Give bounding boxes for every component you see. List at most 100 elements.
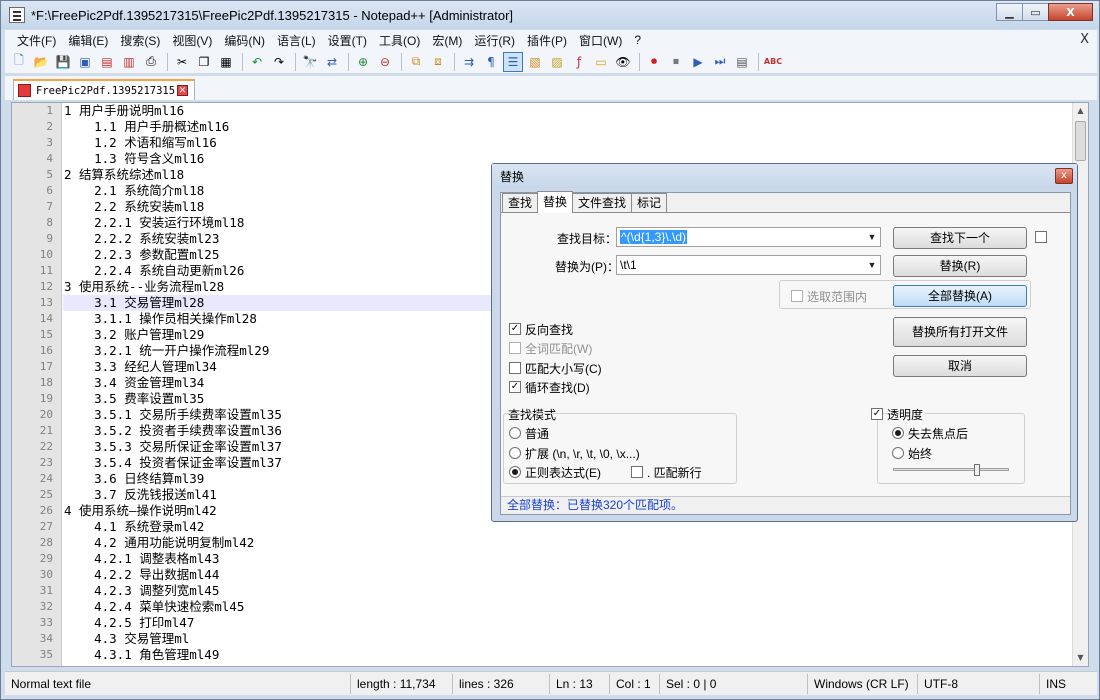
close-all-icon[interactable]: ▥ bbox=[119, 52, 139, 72]
status-eol[interactable]: Windows (CR LF) bbox=[808, 673, 918, 694]
record-macro-icon[interactable]: ⏺ bbox=[644, 52, 664, 72]
close-file-icon[interactable]: ▤ bbox=[97, 52, 117, 72]
tab-find[interactable]: 查找 bbox=[502, 193, 539, 213]
minimize-button[interactable]: ▁ bbox=[996, 3, 1023, 21]
find-next-extra-checkbox[interactable] bbox=[1035, 231, 1047, 243]
doc-map-icon[interactable]: ▨ bbox=[547, 52, 567, 72]
menu-tools[interactable]: 工具(O) bbox=[373, 32, 426, 49]
play-multiple-icon[interactable]: ⏭ bbox=[710, 52, 730, 72]
code-line[interactable]: 1.1 用户手册概述ml16 bbox=[63, 119, 1072, 135]
code-line[interactable]: 4.3.1 角色管理ml49 bbox=[63, 647, 1072, 663]
close-button[interactable]: X bbox=[1048, 3, 1093, 21]
code-line[interactable]: 4.2 通用功能说明复制ml42 bbox=[63, 535, 1072, 551]
menu-language[interactable]: 语言(L) bbox=[271, 32, 322, 49]
tab-freepic2pdf[interactable]: FreePic2Pdf.1395217315 ✕ bbox=[13, 79, 196, 100]
tab-close-icon[interactable]: ✕ bbox=[177, 85, 189, 96]
show-all-chars-icon[interactable]: ¶ bbox=[481, 52, 501, 72]
word-wrap-icon[interactable]: ⇉ bbox=[459, 52, 479, 72]
mode-extended-radio[interactable] bbox=[509, 447, 521, 459]
whole-word-checkbox[interactable] bbox=[509, 342, 521, 354]
menu-view[interactable]: 视图(V) bbox=[166, 32, 218, 49]
stop-macro-icon[interactable]: ⏹ bbox=[666, 52, 686, 72]
paste-icon[interactable]: ▦ bbox=[216, 52, 236, 72]
always-radio[interactable] bbox=[892, 447, 904, 459]
monitoring-icon[interactable]: 👁 bbox=[613, 52, 633, 72]
transparency-slider-thumb[interactable] bbox=[974, 464, 980, 476]
line-number: 2 bbox=[46, 120, 53, 133]
chevron-down-icon[interactable]: ▼ bbox=[866, 256, 878, 274]
on-lose-focus-radio[interactable] bbox=[892, 427, 904, 439]
scroll-up-icon[interactable]: ▲ bbox=[1073, 103, 1088, 119]
save-macro-icon[interactable]: ▤ bbox=[732, 52, 752, 72]
code-line[interactable]: 4.2.4 菜单快速检索ml45 bbox=[63, 599, 1072, 615]
menu-plugins[interactable]: 插件(P) bbox=[521, 32, 573, 49]
menu-help[interactable]: ? bbox=[628, 33, 647, 47]
undo-icon[interactable]: ↶ bbox=[247, 52, 267, 72]
menu-settings[interactable]: 设置(T) bbox=[322, 32, 373, 49]
dot-matches-newline-checkbox[interactable] bbox=[631, 466, 643, 478]
code-line[interactable]: 4.2.3 调整列宽ml45 bbox=[63, 583, 1072, 599]
mode-normal-radio[interactable] bbox=[509, 427, 521, 439]
close-icon: X bbox=[1066, 5, 1075, 19]
code-line[interactable]: 1 用户手册说明ml16 bbox=[63, 103, 1072, 119]
line-number: 15 bbox=[39, 328, 53, 341]
menu-macro[interactable]: 宏(M) bbox=[426, 32, 468, 49]
spell-check-icon[interactable]: ABC bbox=[763, 52, 783, 72]
sync-horizontal-icon[interactable]: ⧈ bbox=[428, 52, 448, 72]
match-case-checkbox[interactable] bbox=[509, 362, 521, 374]
zoom-in-icon[interactable]: ⊕ bbox=[353, 52, 373, 72]
function-list-icon[interactable]: ƒ bbox=[569, 52, 589, 72]
replace-icon[interactable]: ⇄ bbox=[322, 52, 342, 72]
replace-with-input[interactable]: \t\1 ▼ bbox=[616, 255, 881, 275]
find-next-button[interactable]: 查找下一个 bbox=[893, 227, 1027, 249]
tab-replace[interactable]: 替换 bbox=[537, 191, 574, 213]
menu-encoding[interactable]: 编码(N) bbox=[218, 32, 271, 49]
code-line[interactable]: 4.2.2 导出数据ml44 bbox=[63, 567, 1072, 583]
new-file-icon[interactable]: 🗋 bbox=[9, 52, 29, 72]
zoom-out-icon[interactable]: ⊖ bbox=[375, 52, 395, 72]
menu-run[interactable]: 运行(R) bbox=[468, 32, 521, 49]
redo-icon[interactable]: ↷ bbox=[269, 52, 289, 72]
code-line[interactable]: 4.2.1 调整表格ml43 bbox=[63, 551, 1072, 567]
dialog-close-button[interactable]: x bbox=[1055, 168, 1073, 184]
folder-workspace-icon[interactable]: ▭ bbox=[591, 52, 611, 72]
replace-button[interactable]: 替换(R) bbox=[893, 255, 1027, 277]
copy-icon[interactable]: ❐ bbox=[194, 52, 214, 72]
menu-edit[interactable]: 编辑(E) bbox=[62, 32, 114, 49]
in-selection-checkbox[interactable] bbox=[791, 290, 803, 302]
cancel-button[interactable]: 取消 bbox=[893, 355, 1027, 377]
code-line[interactable]: 4.2.5 打印ml47 bbox=[63, 615, 1072, 631]
wrap-around-checkbox[interactable]: ✓ bbox=[509, 381, 521, 393]
maximize-button[interactable]: ▭ bbox=[1022, 3, 1049, 21]
mode-regex-radio[interactable] bbox=[509, 466, 521, 478]
print-icon[interactable]: ⎙ bbox=[141, 52, 161, 72]
find-icon[interactable]: 🔭 bbox=[300, 52, 320, 72]
always-label: 始终 bbox=[908, 447, 933, 461]
indent-guide-icon[interactable]: ☰ bbox=[503, 51, 523, 72]
user-lang-icon[interactable]: ▧ bbox=[525, 52, 545, 72]
chevron-down-icon[interactable]: ▼ bbox=[866, 228, 878, 246]
cut-icon[interactable]: ✂ bbox=[172, 52, 192, 72]
backward-checkbox[interactable]: ✓ bbox=[509, 323, 521, 335]
close-document-icon[interactable]: X bbox=[1080, 32, 1089, 47]
tab-mark[interactable]: 标记 bbox=[631, 193, 668, 213]
code-line[interactable]: 1.2 术语和缩写ml16 bbox=[63, 135, 1072, 151]
open-folder-icon[interactable]: 📂 bbox=[31, 52, 51, 72]
tab-find-in-files[interactable]: 文件查找 bbox=[572, 193, 633, 213]
play-macro-icon[interactable]: ▶ bbox=[688, 52, 708, 72]
menu-search[interactable]: 搜索(S) bbox=[114, 32, 166, 49]
scroll-down-icon[interactable]: ▼ bbox=[1073, 650, 1088, 666]
menu-window[interactable]: 窗口(W) bbox=[573, 32, 628, 49]
transparency-slider-track[interactable] bbox=[893, 468, 1009, 471]
replace-all-open-docs-button[interactable]: 替换所有打开文件 bbox=[893, 317, 1027, 347]
replace-all-button[interactable]: 全部替换(A) bbox=[893, 285, 1027, 307]
status-encoding[interactable]: UTF-8 bbox=[918, 673, 1040, 694]
scroll-thumb[interactable] bbox=[1075, 121, 1086, 161]
find-what-input[interactable]: ^(\d{1,3}\.\d) ▼ bbox=[616, 227, 881, 247]
sync-vertical-icon[interactable]: ⧉ bbox=[406, 52, 426, 72]
save-icon[interactable]: 💾 bbox=[53, 52, 73, 72]
code-line[interactable]: 4.3 交易管理ml bbox=[63, 631, 1072, 647]
save-all-icon[interactable]: ▣ bbox=[75, 52, 95, 72]
menu-file[interactable]: 文件(F) bbox=[11, 32, 62, 49]
transparency-checkbox[interactable]: ✓ bbox=[871, 408, 883, 420]
